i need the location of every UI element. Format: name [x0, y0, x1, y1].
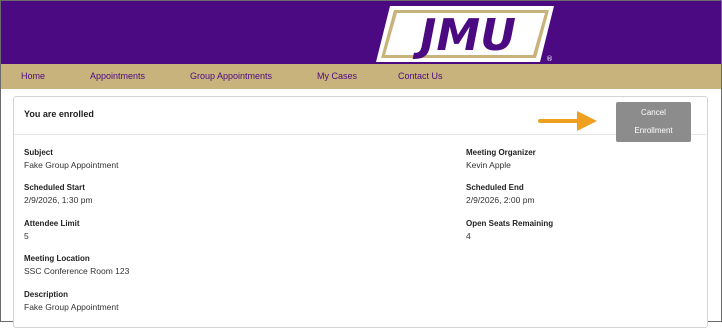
meeting-organizer-label: Meeting Organizer: [466, 148, 536, 157]
subject-label: Subject: [24, 148, 53, 157]
cancel-button-line1: Cancel: [641, 108, 666, 117]
scheduled-end-value: 2/9/2026, 2:00 pm: [466, 195, 535, 205]
main-nav: Home Appointments Group Appointments My …: [1, 64, 721, 89]
meeting-location-value: SSC Conference Room 123: [24, 266, 130, 276]
cancel-button-line2: Enrollment: [634, 126, 673, 135]
cancel-enrollment-button[interactable]: Cancel Enrollment: [616, 102, 691, 142]
open-seats-value: 4: [466, 231, 471, 241]
subject-value: Fake Group Appointment: [24, 160, 119, 170]
description-label: Description: [24, 290, 69, 299]
logo-text: JMU: [412, 10, 516, 61]
svg-text:®: ®: [546, 55, 553, 63]
attendee-limit-value: 5: [24, 231, 29, 241]
scheduled-end-label: Scheduled End: [466, 183, 524, 192]
arrow-annotation-icon: [537, 108, 601, 139]
page-title: You are enrolled: [24, 109, 94, 119]
enrollment-card: [13, 96, 708, 328]
meeting-organizer-value: Kevin Apple: [466, 160, 511, 170]
scheduled-start-value: 2/9/2026, 1:30 pm: [24, 195, 93, 205]
description-value: Fake Group Appointment: [24, 302, 119, 312]
scheduled-start-label: Scheduled Start: [24, 183, 85, 192]
open-seats-label: Open Seats Remaining: [466, 219, 554, 228]
nav-contact-us[interactable]: Contact Us: [398, 71, 443, 81]
nav-my-cases[interactable]: My Cases: [317, 71, 357, 81]
card-divider: [14, 134, 706, 135]
attendee-limit-label: Attendee Limit: [24, 219, 80, 228]
jmu-logo[interactable]: JMU ®: [376, 4, 556, 64]
header-banner: JMU ®: [1, 1, 721, 64]
nav-appointments[interactable]: Appointments: [90, 71, 145, 81]
meeting-location-label: Meeting Location: [24, 254, 90, 263]
nav-group-appointments[interactable]: Group Appointments: [190, 71, 272, 81]
nav-home[interactable]: Home: [21, 71, 45, 81]
